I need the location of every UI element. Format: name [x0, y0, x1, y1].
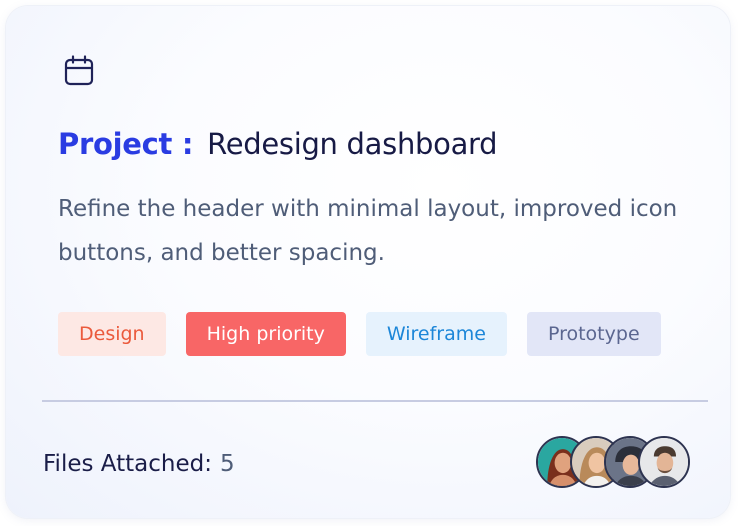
files-attached-label: Files Attached: — [43, 451, 212, 477]
tag-prototype[interactable]: Prototype — [526, 312, 661, 356]
tag-wireframe[interactable]: Wireframe — [365, 312, 507, 356]
project-title-value: Redesign dashboard — [207, 127, 498, 161]
avatar[interactable] — [638, 436, 690, 488]
project-title: Project : Redesign dashboard — [58, 122, 498, 166]
project-description: Refine the header with minimal layout, i… — [58, 196, 678, 266]
calendar-icon — [64, 55, 94, 86]
tag-high-priority[interactable]: High priority — [185, 312, 346, 356]
card-divider — [42, 400, 708, 402]
avatar-group[interactable] — [536, 436, 690, 490]
tag-list: Design High priority Wireframe Prototype — [58, 312, 661, 356]
files-attached: Files Attached: 5 — [43, 446, 235, 482]
project-card: Project : Redesign dashboard Refine the … — [6, 6, 730, 518]
files-attached-count: 5 — [219, 451, 235, 477]
tag-design[interactable]: Design — [58, 312, 166, 356]
project-title-label: Project : — [58, 127, 194, 161]
